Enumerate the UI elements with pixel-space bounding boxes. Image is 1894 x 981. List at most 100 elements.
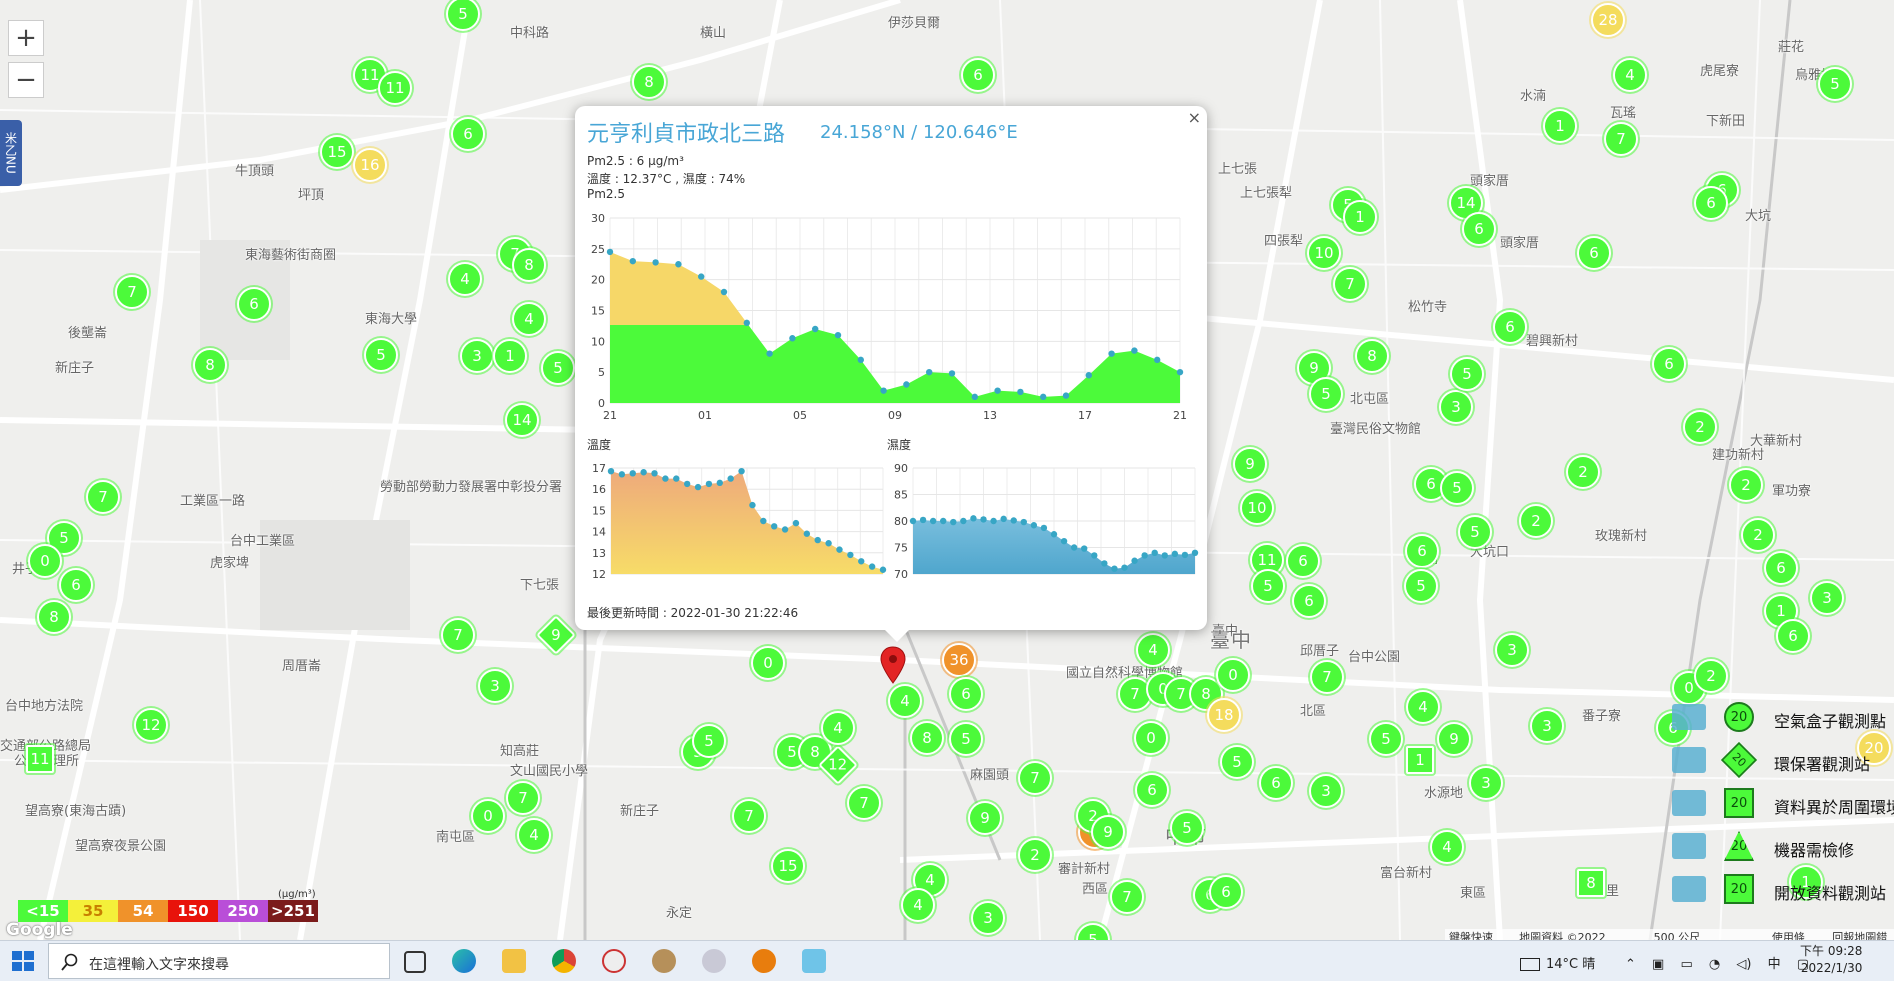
chevron-up-icon[interactable]: ⌃ xyxy=(1625,957,1636,972)
station-marker[interactable]: 4 xyxy=(1613,58,1647,92)
station-marker[interactable]: 3 xyxy=(971,901,1005,935)
station-marker[interactable]: 9 xyxy=(968,801,1002,835)
station-marker[interactable]: 15 xyxy=(320,135,354,169)
station-marker[interactable]: 5 xyxy=(1818,67,1852,101)
station-marker[interactable]: 36 xyxy=(942,643,976,677)
station-marker[interactable]: 8 xyxy=(193,348,227,382)
station-marker[interactable]: 10 xyxy=(1307,236,1341,270)
station-marker[interactable]: 6 xyxy=(961,58,995,92)
compass-app-icon[interactable] xyxy=(602,949,626,973)
station-marker[interactable]: 0 xyxy=(1216,658,1250,692)
station-marker[interactable]: 6 xyxy=(1694,186,1728,220)
speaker-icon[interactable]: ◁) xyxy=(1736,957,1751,972)
station-marker[interactable]: 9 xyxy=(1091,815,1125,849)
station-marker[interactable]: 11 xyxy=(26,745,54,773)
station-marker[interactable]: 4 xyxy=(1136,633,1170,667)
station-marker[interactable]: 0 xyxy=(1134,721,1168,755)
station-marker[interactable]: 0 xyxy=(471,799,505,833)
station-marker[interactable]: 2 xyxy=(1741,518,1775,552)
taskbar-clock[interactable]: 下午 09:28 2022/1/30 xyxy=(1800,943,1862,977)
station-marker[interactable]: 4 xyxy=(888,684,922,718)
station-marker[interactable]: 7 xyxy=(506,781,540,815)
station-marker[interactable]: 3 xyxy=(478,669,512,703)
station-marker[interactable]: 3 xyxy=(1469,766,1503,800)
taskbar-search-input[interactable]: 在這裡輸入文字來搜尋 xyxy=(48,943,390,979)
station-marker[interactable]: 7 xyxy=(115,275,149,309)
station-marker[interactable]: 6 xyxy=(1292,584,1326,618)
station-marker[interactable]: 6 xyxy=(59,568,93,602)
station-marker[interactable]: 28 xyxy=(1591,3,1625,37)
station-marker[interactable]: 4 xyxy=(821,711,855,745)
station-marker[interactable]: 2 xyxy=(1694,659,1728,693)
station-marker[interactable]: 2 xyxy=(1018,838,1052,872)
station-marker[interactable]: 6 xyxy=(1259,766,1293,800)
station-marker[interactable]: 8 xyxy=(37,600,71,634)
station-marker[interactable]: 6 xyxy=(1577,236,1611,270)
zoom-in-button[interactable]: + xyxy=(8,20,44,56)
station-marker[interactable]: 5 xyxy=(1220,745,1254,779)
station-marker[interactable]: 7 xyxy=(1018,761,1052,795)
station-marker[interactable]: 3 xyxy=(1810,581,1844,615)
station-marker[interactable]: 3 xyxy=(1495,633,1529,667)
station-marker[interactable]: 7 xyxy=(1310,660,1344,694)
station-marker[interactable]: 1 xyxy=(1406,746,1434,774)
station-marker[interactable]: 5 xyxy=(692,724,726,758)
edge-browser-icon[interactable] xyxy=(452,949,476,973)
station-marker[interactable]: 7 xyxy=(441,618,475,652)
station-marker[interactable]: 8 xyxy=(512,248,546,282)
location-pin-icon[interactable] xyxy=(878,645,908,685)
station-marker[interactable]: 9 xyxy=(1233,447,1267,481)
wifi-icon[interactable]: ◔ xyxy=(1709,957,1720,972)
station-marker[interactable]: 9 xyxy=(1437,722,1471,756)
station-marker[interactable]: 4 xyxy=(1406,690,1440,724)
station-marker[interactable]: 3 xyxy=(1530,709,1564,743)
station-marker[interactable]: 5 xyxy=(1458,515,1492,549)
station-marker[interactable]: 5 xyxy=(1404,569,1438,603)
station-marker[interactable]: 5 xyxy=(1170,811,1204,845)
station-marker[interactable]: 7 xyxy=(732,799,766,833)
station-marker[interactable]: 6 xyxy=(1652,347,1686,381)
station-marker[interactable]: 11 xyxy=(378,71,412,105)
station-marker[interactable]: 6 xyxy=(1776,619,1810,653)
station-marker[interactable]: 10 xyxy=(1240,491,1274,525)
station-marker[interactable]: 7 xyxy=(1333,267,1367,301)
task-view-icon[interactable] xyxy=(404,951,426,973)
station-marker[interactable]: 7 xyxy=(86,480,120,514)
station-marker[interactable]: 6 xyxy=(451,117,485,151)
station-marker[interactable]: 2 xyxy=(1566,455,1600,489)
station-marker[interactable]: 6 xyxy=(1764,551,1798,585)
animal-app-icon[interactable] xyxy=(652,949,676,973)
station-marker[interactable]: 8 xyxy=(1577,869,1605,897)
windows-start-icon[interactable] xyxy=(8,949,38,973)
station-marker[interactable]: 7 xyxy=(1110,880,1144,914)
station-marker[interactable]: 4 xyxy=(512,302,546,336)
station-marker[interactable]: 4 xyxy=(517,818,551,852)
weather-widget[interactable]: 14°C 晴 xyxy=(1520,953,1595,972)
file-explorer-icon[interactable] xyxy=(502,949,526,973)
station-marker[interactable]: 5 xyxy=(1369,722,1403,756)
station-marker[interactable]: 5 xyxy=(541,351,575,385)
station-marker[interactable]: 2 xyxy=(1519,504,1553,538)
station-marker[interactable]: 6 xyxy=(949,677,983,711)
station-marker[interactable]: 18 xyxy=(1207,698,1241,732)
station-marker[interactable]: 5 xyxy=(1251,569,1285,603)
station-marker[interactable]: 1 xyxy=(493,339,527,373)
station-marker[interactable]: 14 xyxy=(505,403,539,437)
side-panel-tab[interactable]: 米乙NU xyxy=(0,120,22,186)
station-marker[interactable]: 6 xyxy=(1209,875,1243,909)
station-marker[interactable]: 4 xyxy=(901,888,935,922)
station-marker[interactable]: 12 xyxy=(134,708,168,742)
station-marker[interactable]: 4 xyxy=(448,262,482,296)
battery-icon[interactable]: ▭ xyxy=(1680,957,1692,972)
station-marker[interactable]: 4 xyxy=(1430,830,1464,864)
station-marker[interactable]: 1 xyxy=(1343,200,1377,234)
station-marker[interactable]: 2 xyxy=(1729,468,1763,502)
station-marker[interactable]: 3 xyxy=(1439,390,1473,424)
station-marker[interactable]: 3 xyxy=(460,339,494,373)
station-marker[interactable]: 0 xyxy=(28,544,62,578)
station-marker[interactable]: 5 xyxy=(1440,471,1474,505)
station-marker[interactable]: 6 xyxy=(1493,310,1527,344)
station-marker[interactable]: 8 xyxy=(632,65,666,99)
station-marker[interactable]: 6 xyxy=(1462,212,1496,246)
ime-indicator[interactable]: 中 xyxy=(1768,957,1781,972)
